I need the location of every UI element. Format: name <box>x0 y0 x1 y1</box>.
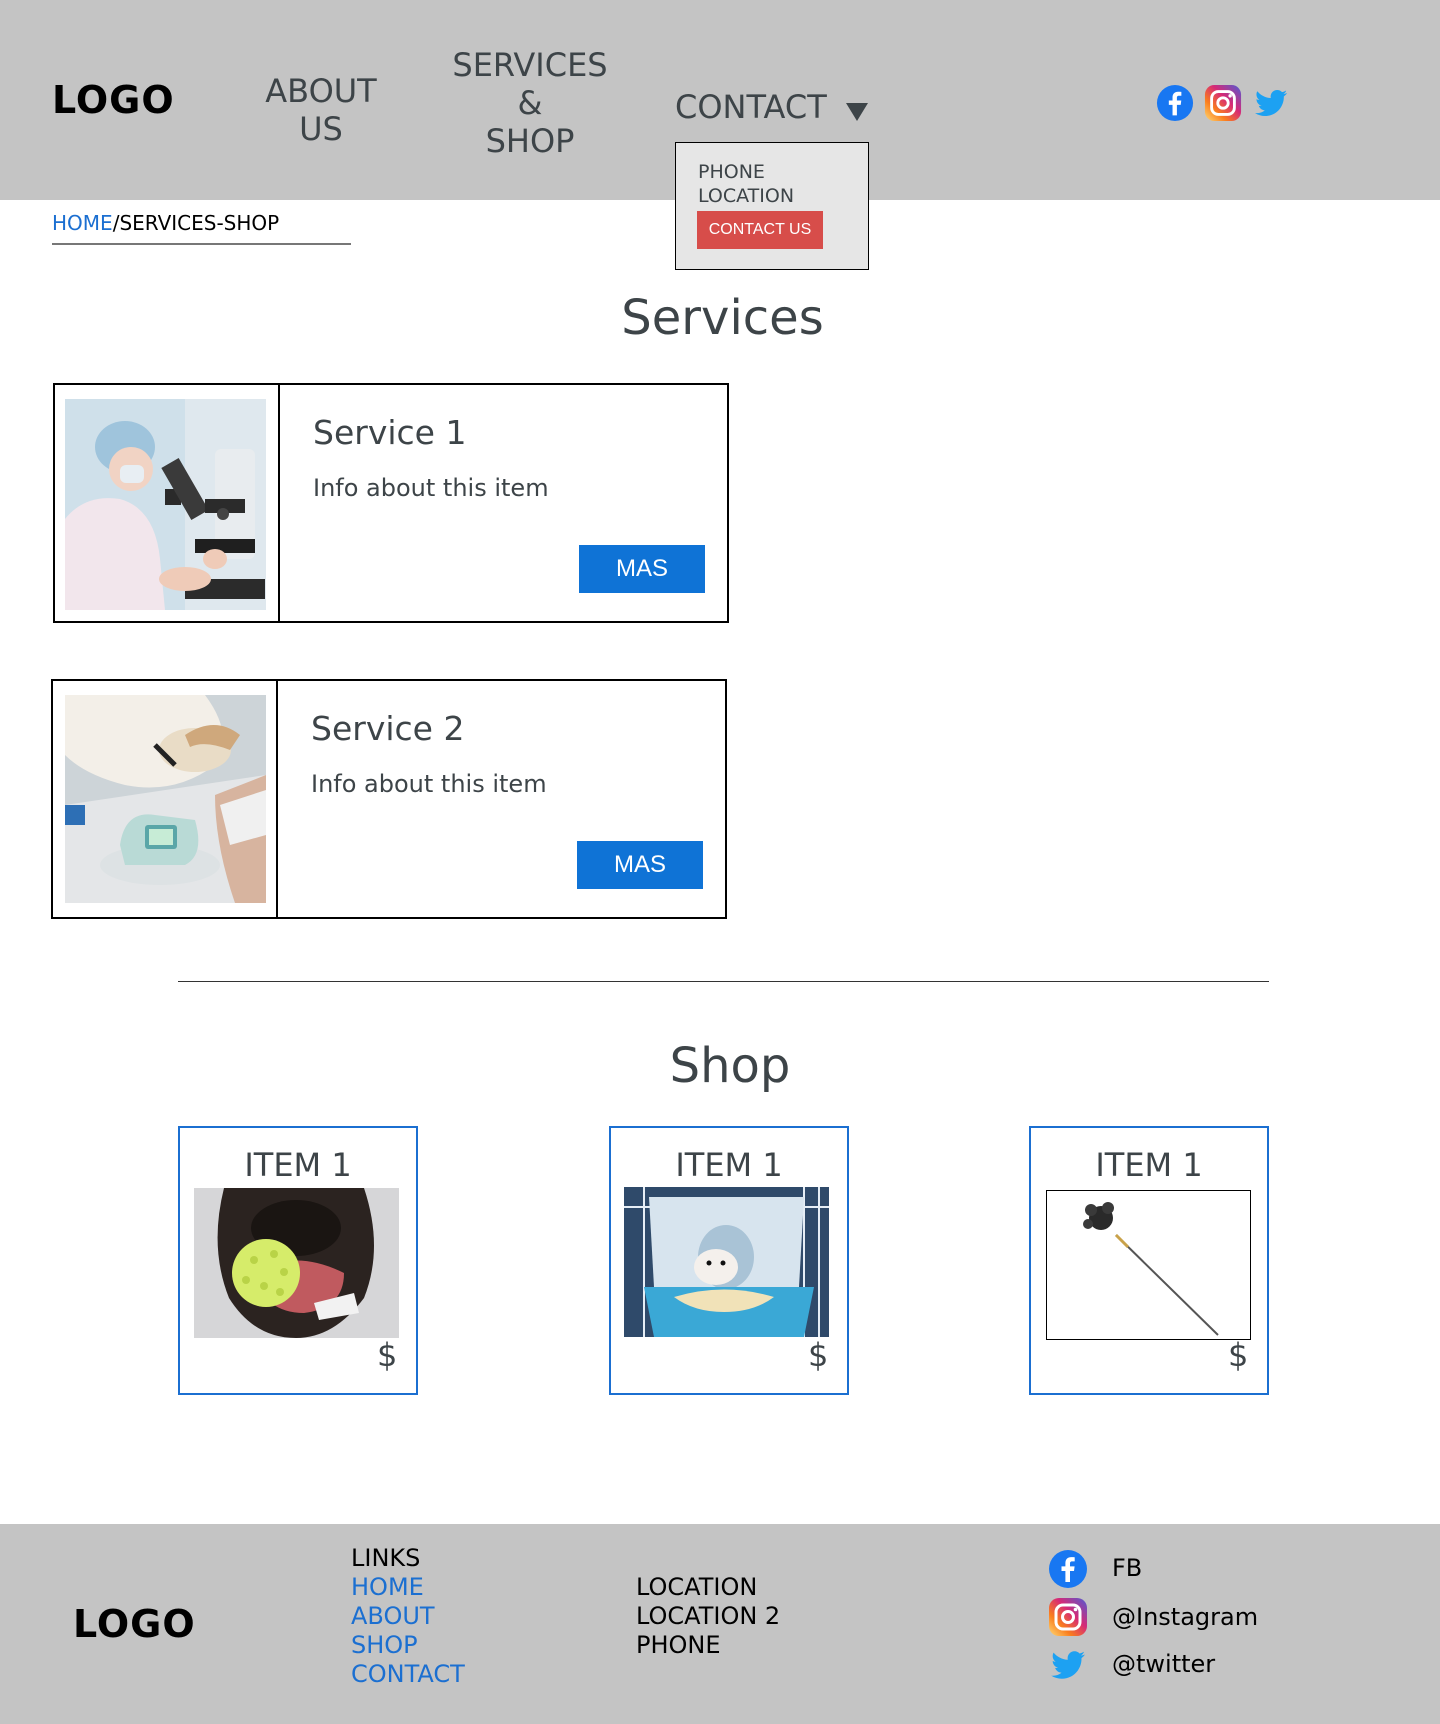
footer-link-about[interactable]: ABOUT <box>351 1602 435 1631</box>
breadcrumb-underline <box>52 243 351 245</box>
shop-item-3-price: $ <box>1228 1336 1249 1374</box>
twitter-icon[interactable] <box>1252 84 1290 122</box>
footer-phone: PHONE <box>636 1631 721 1659</box>
footer-location-2: LOCATION 2 <box>636 1602 781 1630</box>
contact-us-button[interactable]: CONTACT US <box>697 211 823 249</box>
nav-contact[interactable]: CONTACT <box>675 88 827 126</box>
facebook-icon[interactable] <box>1048 1549 1088 1589</box>
footer-twitter-label[interactable]: @twitter <box>1112 1650 1215 1678</box>
service-1-image <box>65 399 266 610</box>
shop-item-2-title: ITEM 1 <box>675 1146 783 1184</box>
service-2-image-frame <box>51 679 278 919</box>
dropdown-location[interactable]: LOCATION <box>698 185 794 207</box>
footer-logo[interactable]: LOGO <box>73 1602 196 1646</box>
footer-link-contact[interactable]: CONTACT <box>351 1660 465 1689</box>
footer-instagram-label[interactable]: @Instagram <box>1112 1603 1258 1631</box>
nav-services-line1: SERVICES <box>452 46 608 84</box>
service-2-mas-button[interactable]: MAS <box>577 841 703 889</box>
footer-fb-label[interactable]: FB <box>1112 1554 1142 1582</box>
nav-services-line3: SHOP <box>485 122 575 160</box>
contact-dropdown: PHONE LOCATION CONTACT US <box>675 142 869 270</box>
shop-item-3-title: ITEM 1 <box>1095 1146 1203 1184</box>
instagram-icon[interactable] <box>1048 1597 1088 1637</box>
nav-services-line2: & <box>517 84 543 122</box>
facebook-icon[interactable] <box>1156 84 1194 122</box>
service-1-title: Service 1 <box>313 413 467 452</box>
section-divider <box>178 981 1269 982</box>
service-2-title: Service 2 <box>311 709 465 748</box>
shop-heading: Shop <box>669 1038 791 1094</box>
shop-item-3-image <box>1046 1190 1251 1340</box>
service-2-image <box>65 695 266 903</box>
footer-location-1: LOCATION <box>636 1573 758 1601</box>
service-2-description: Info about this item <box>311 770 547 798</box>
shop-item-1-price: $ <box>377 1336 398 1374</box>
nav-about-line1: ABOUT <box>265 72 377 110</box>
caret-down-icon[interactable] <box>846 103 868 121</box>
twitter-icon[interactable] <box>1048 1645 1088 1685</box>
nav-about-line2: US <box>299 110 343 148</box>
shop-item-2-image <box>624 1187 829 1337</box>
header-logo[interactable]: LOGO <box>52 78 175 122</box>
footer-link-home[interactable]: HOME <box>351 1573 424 1602</box>
nav-about-us[interactable]: ABOUT US <box>256 72 386 148</box>
service-1-description: Info about this item <box>313 474 549 502</box>
dropdown-phone[interactable]: PHONE <box>698 161 765 183</box>
shop-item-2-price: $ <box>808 1336 829 1374</box>
service-1-mas-button[interactable]: MAS <box>579 545 705 593</box>
nav-services-shop[interactable]: SERVICES & SHOP <box>440 46 620 160</box>
breadcrumb-home-link[interactable]: HOME <box>52 211 113 235</box>
instagram-icon[interactable] <box>1204 84 1242 122</box>
breadcrumb: HOME/SERVICES-SHOP <box>52 211 279 235</box>
breadcrumb-current: SERVICES-SHOP <box>119 211 280 235</box>
service-1-image-frame <box>53 383 280 623</box>
shop-item-1-title: ITEM 1 <box>244 1146 352 1184</box>
services-heading: Services <box>621 290 824 346</box>
shop-item-1-image <box>194 1188 399 1338</box>
footer-link-shop[interactable]: SHOP <box>351 1631 418 1660</box>
footer-links-heading: LINKS <box>351 1544 421 1572</box>
